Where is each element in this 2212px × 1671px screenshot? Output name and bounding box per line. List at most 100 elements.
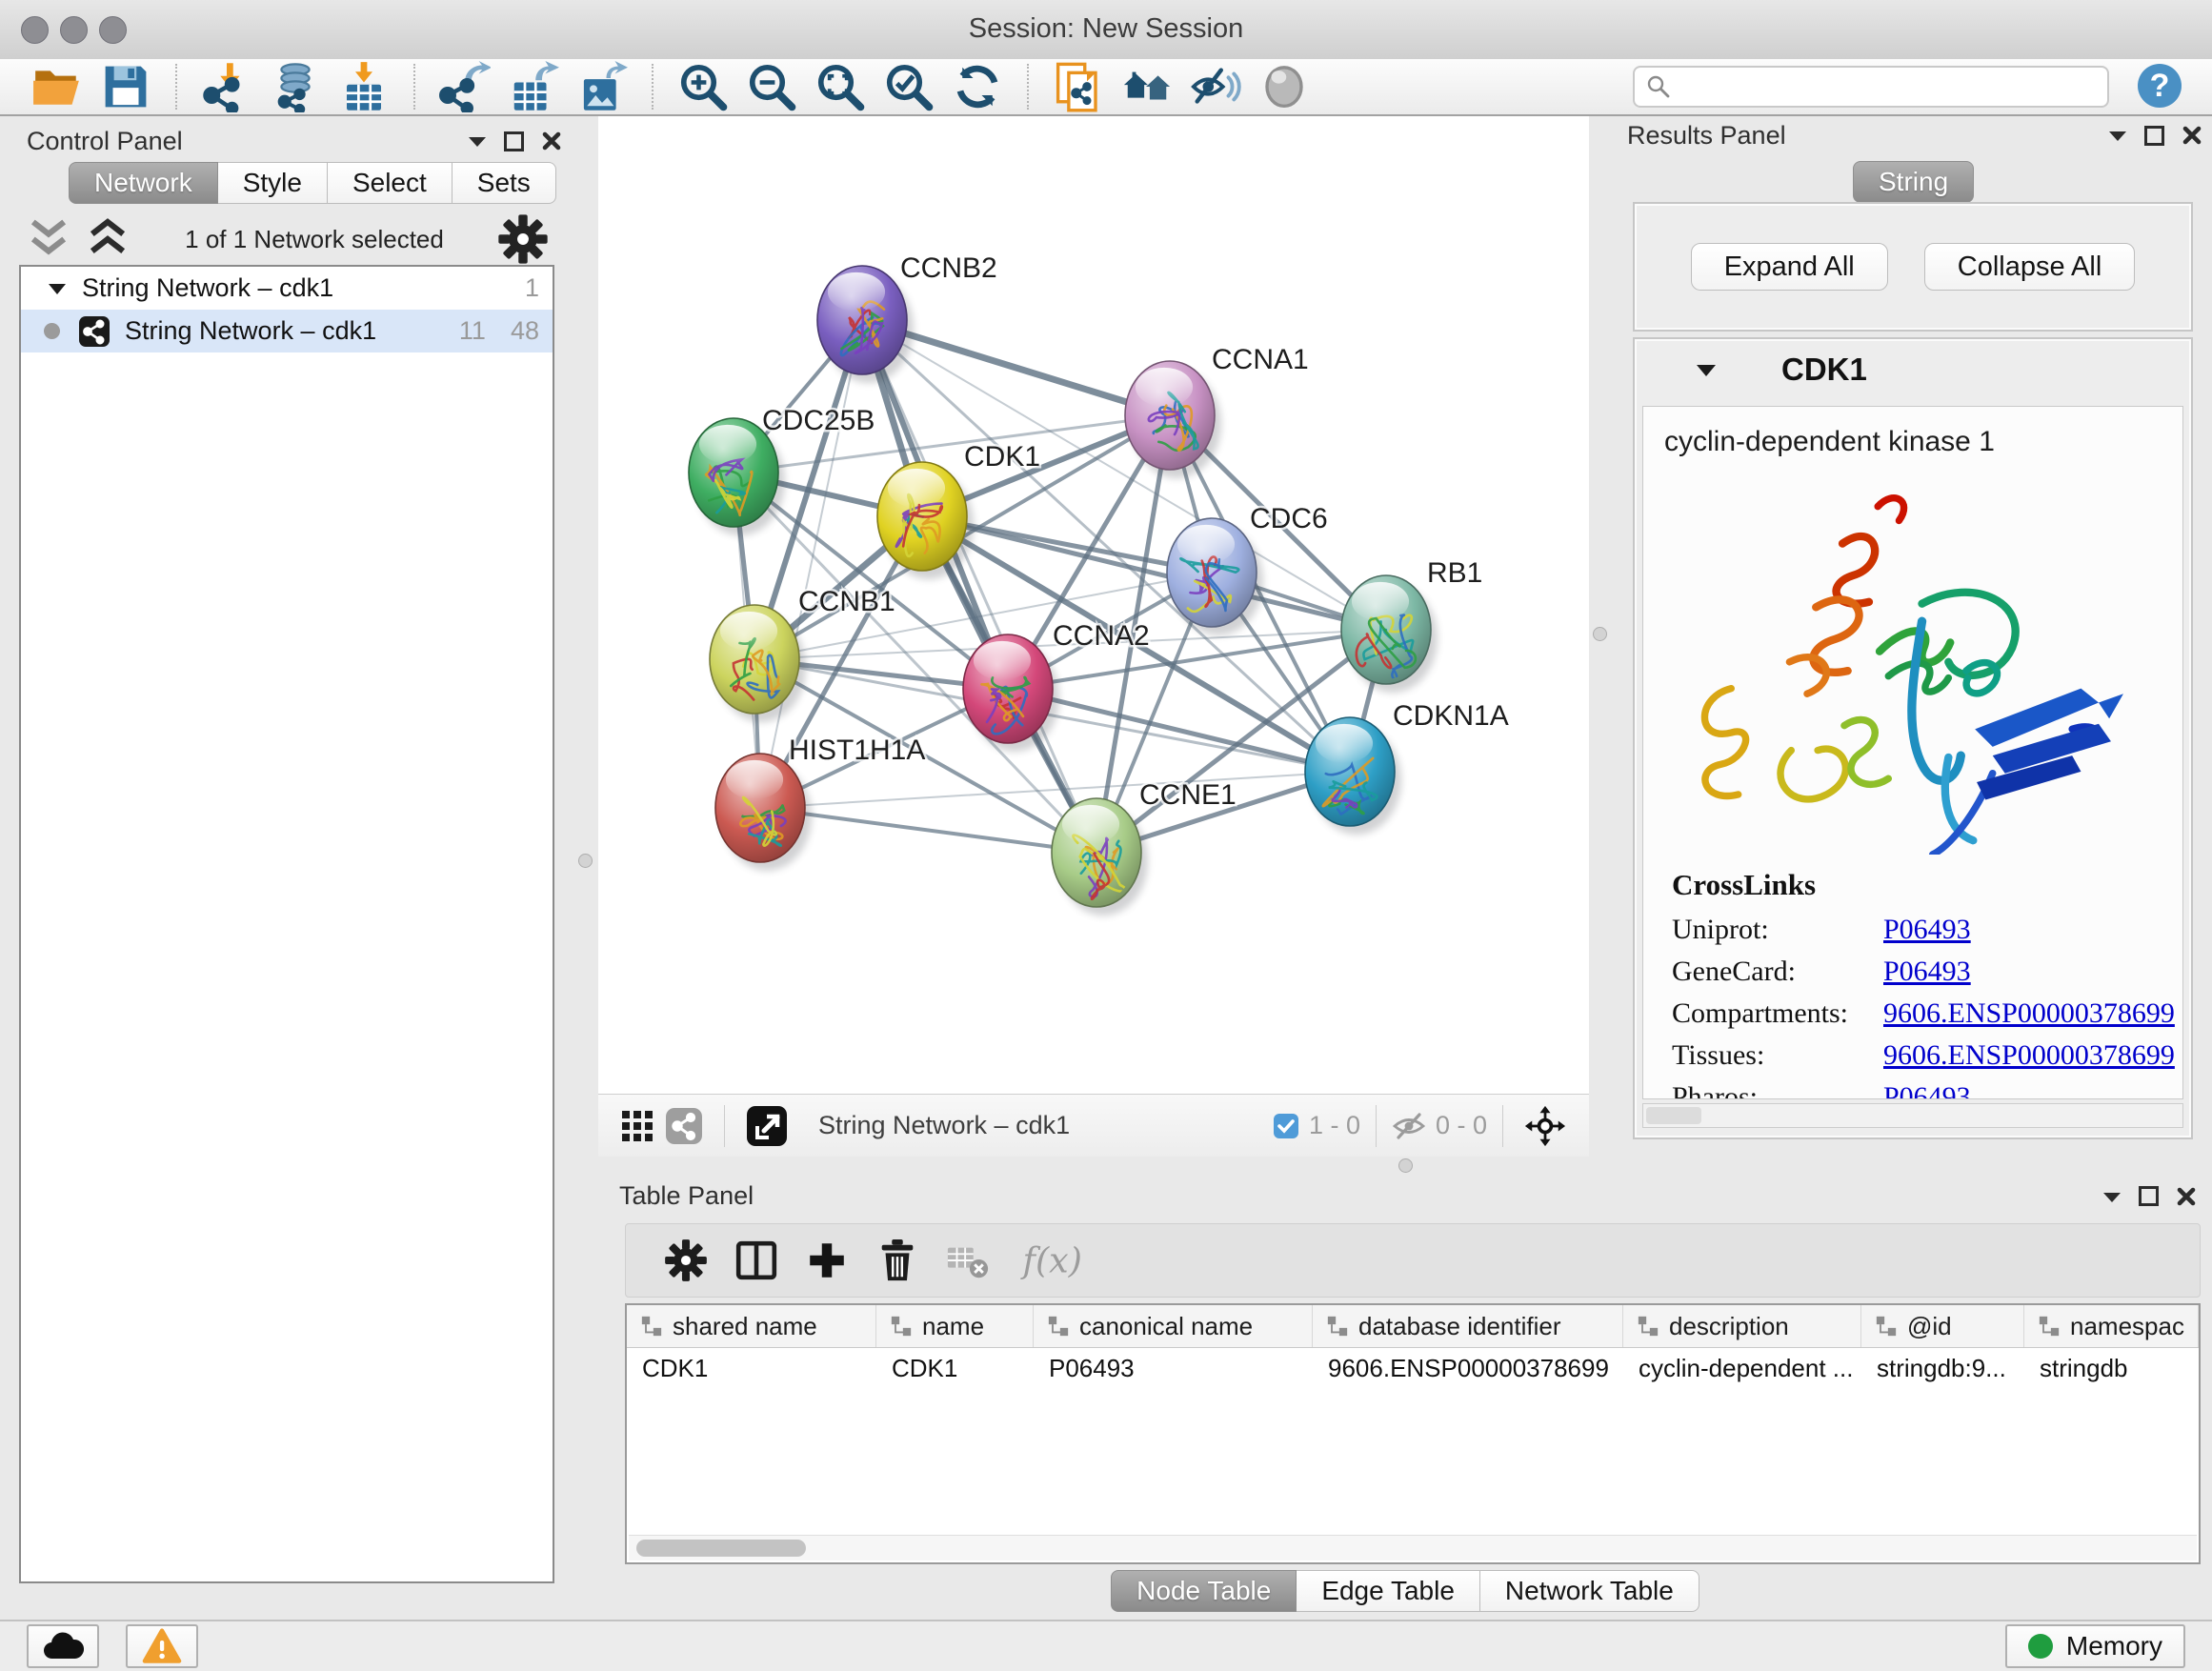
tab-network-table[interactable]: Network Table <box>1480 1570 1699 1612</box>
birds-eye-view-button[interactable] <box>1524 1105 1566 1147</box>
network-share-view-button[interactable] <box>665 1107 703 1145</box>
collection-expander-icon[interactable] <box>46 278 69 299</box>
network-node-CCNA1[interactable] <box>1125 361 1221 478</box>
table-scrollbar-thumb[interactable] <box>636 1540 806 1557</box>
tab-network[interactable]: Network <box>69 162 218 204</box>
section-expander-icon[interactable] <box>1694 358 1719 381</box>
cloud-status-button[interactable] <box>27 1624 99 1668</box>
tab-string[interactable]: String <box>1853 161 1974 203</box>
table-options-button[interactable] <box>664 1238 708 1282</box>
show-graphics-details-button[interactable] <box>1258 61 1310 112</box>
search-input[interactable] <box>1680 71 2096 103</box>
warnings-button[interactable] <box>126 1624 198 1668</box>
network-node-HIST1H1A[interactable] <box>715 754 812 871</box>
network-svg[interactable]: CCNB2CCNA1CDC25BCDK1CDC6RB1CCNB1CCNA2CDK… <box>598 116 1589 1094</box>
column-header-shared-name[interactable]: shared name <box>627 1305 876 1347</box>
string-home-button[interactable] <box>1121 61 1173 112</box>
expand-all-button[interactable]: Expand All <box>1691 243 1888 291</box>
left-splitter[interactable] <box>572 116 598 1620</box>
memory-status-button[interactable]: Memory <box>2005 1624 2185 1668</box>
bottom-splitter[interactable] <box>598 1157 2212 1174</box>
collapse-all-button[interactable]: Collapse All <box>1924 243 2136 291</box>
results-scrollbar-thumb[interactable] <box>1646 1107 1701 1124</box>
table-horizontal-scrollbar[interactable] <box>629 1535 2197 1560</box>
save-session-button[interactable] <box>100 61 151 112</box>
network-options-button[interactable] <box>497 213 549 265</box>
control-panel-menu-button[interactable] <box>466 131 489 151</box>
column-header-name[interactable]: name <box>876 1305 1034 1347</box>
right-splitter-handle[interactable] <box>1593 627 1607 641</box>
crosslink-value-link[interactable]: P06493 <box>1883 956 1971 988</box>
network-row[interactable]: String Network – cdk1 11 48 <box>21 310 553 352</box>
table-cell[interactable]: P06493 <box>1034 1348 1313 1388</box>
create-column-button[interactable] <box>805 1238 849 1282</box>
results-panel-menu-button[interactable] <box>2106 125 2129 146</box>
import-table-from-file-button[interactable] <box>338 61 390 112</box>
export-network-button[interactable] <box>439 61 491 112</box>
table-panel-menu-button[interactable] <box>2101 1186 2123 1207</box>
help-button[interactable]: ? <box>2136 62 2183 112</box>
hide-glass-button[interactable] <box>1190 61 1241 112</box>
function-builder-button[interactable]: f(x) <box>1016 1238 1095 1282</box>
table-panel-close-button[interactable] <box>2174 1184 2199 1209</box>
zoom-out-button[interactable] <box>746 61 797 112</box>
table-cell[interactable]: stringdb <box>2024 1348 2199 1388</box>
clone-network-button[interactable] <box>1053 61 1104 112</box>
network-node-RB1[interactable] <box>1341 575 1438 693</box>
collapse-all-networks-button[interactable] <box>23 213 74 265</box>
delete-column-button[interactable] <box>875 1238 919 1282</box>
delete-table-button[interactable] <box>946 1238 990 1282</box>
zoom-fit-button[interactable] <box>814 61 866 112</box>
network-node-CCNE1[interactable] <box>1052 798 1148 916</box>
table-cell[interactable]: cyclin-dependent ... <box>1623 1348 1861 1388</box>
network-node-CCNB2[interactable] <box>817 266 914 383</box>
table-panel-float-button[interactable] <box>2139 1186 2159 1206</box>
tab-style[interactable]: Style <box>218 162 328 204</box>
network-node-CCNA2[interactable] <box>963 634 1059 752</box>
tab-select[interactable]: Select <box>328 162 452 204</box>
results-panel-close-button[interactable] <box>2180 123 2204 148</box>
show-grid-button[interactable] <box>621 1110 654 1142</box>
network-canvas[interactable]: CCNB2CCNA1CDC25BCDK1CDC6RB1CCNB1CCNA2CDK… <box>598 116 1589 1094</box>
table-cell[interactable]: stringdb:9... <box>1861 1348 2024 1388</box>
show-column-selector-button[interactable] <box>734 1238 778 1282</box>
crosslink-value-link[interactable]: P06493 <box>1883 914 1971 946</box>
network-node-CDKN1A[interactable] <box>1305 717 1401 835</box>
import-network-from-file-button[interactable] <box>201 61 252 112</box>
column-header-namespac[interactable]: namespac <box>2024 1305 2199 1347</box>
zoom-selected-button[interactable] <box>883 61 935 112</box>
table-cell[interactable]: 9606.ENSP00000378699 <box>1313 1348 1623 1388</box>
column-header-database-identifier[interactable]: database identifier <box>1313 1305 1623 1347</box>
control-panel-close-button[interactable] <box>539 129 564 153</box>
table-row[interactable]: CDK1CDK1P064939606.ENSP00000378699cyclin… <box>627 1348 2199 1388</box>
control-panel-float-button[interactable] <box>504 131 524 151</box>
table-cell[interactable]: CDK1 <box>876 1348 1034 1388</box>
column-header--id[interactable]: @id <box>1861 1305 2024 1347</box>
column-header-description[interactable]: description <box>1623 1305 1861 1347</box>
crosslink-value-link[interactable]: P06493 <box>1883 1081 1971 1099</box>
open-session-button[interactable] <box>31 61 83 112</box>
crosslink-value-link[interactable]: 9606.ENSP00000378699 <box>1883 1039 2175 1072</box>
export-image-button[interactable] <box>576 61 628 112</box>
tab-node-table[interactable]: Node Table <box>1111 1570 1297 1612</box>
open-in-new-window-button[interactable] <box>746 1105 788 1147</box>
node-section-header[interactable]: CDK1 <box>1635 339 2191 400</box>
results-scrollbar[interactable] <box>1642 1103 2183 1128</box>
import-network-from-database-button[interactable] <box>270 61 321 112</box>
expand-all-networks-button[interactable] <box>82 213 133 265</box>
column-header-canonical-name[interactable]: canonical name <box>1034 1305 1313 1347</box>
tab-sets[interactable]: Sets <box>452 162 556 204</box>
bottom-splitter-handle[interactable] <box>1398 1158 1413 1173</box>
zoom-in-button[interactable] <box>677 61 729 112</box>
tab-edge-table[interactable]: Edge Table <box>1297 1570 1480 1612</box>
apply-layout-button[interactable] <box>952 61 1003 112</box>
network-edge-CCNB2-CCNE1[interactable] <box>862 320 1096 853</box>
table-cell[interactable]: CDK1 <box>627 1348 876 1388</box>
results-panel-float-button[interactable] <box>2144 126 2164 146</box>
network-node-CDK1[interactable] <box>877 462 974 579</box>
left-splitter-handle[interactable] <box>578 854 593 868</box>
right-splitter[interactable] <box>1589 116 1612 1157</box>
network-node-CCNB1[interactable] <box>710 605 806 722</box>
export-table-button[interactable] <box>508 61 559 112</box>
network-collection-row[interactable]: String Network – cdk1 1 <box>21 267 553 310</box>
